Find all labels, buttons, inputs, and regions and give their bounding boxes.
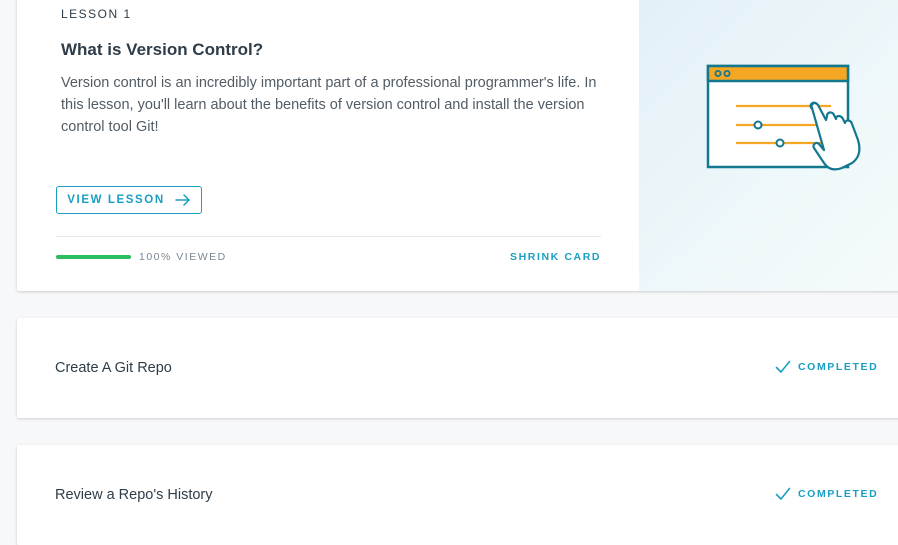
completed-status: COMPLETED bbox=[775, 487, 878, 501]
status-label: COMPLETED bbox=[798, 361, 879, 373]
lesson-title: What is Version Control? bbox=[61, 40, 264, 59]
progress-bar-fill bbox=[56, 255, 131, 259]
lesson-illustration-panel bbox=[639, 0, 898, 291]
card-divider bbox=[56, 236, 601, 237]
lesson-row-title: Create A Git Repo bbox=[55, 360, 172, 376]
arrow-right-icon bbox=[174, 194, 190, 206]
lesson-card-content: LESSON 1 What is Version Control? Versio… bbox=[17, 0, 639, 291]
lesson-description: Version control is an incredibly importa… bbox=[61, 75, 597, 135]
lesson-number-label: LESSON 1 bbox=[61, 7, 132, 21]
lesson-row[interactable]: Create A Git Repo COMPLETED bbox=[17, 318, 898, 418]
progress-label: 100% VIEWED bbox=[139, 251, 227, 263]
view-lesson-button[interactable]: VIEW LESSON bbox=[56, 186, 202, 214]
checkmark-icon bbox=[775, 487, 791, 500]
browser-window-sliders-hand-icon bbox=[706, 64, 861, 171]
lesson-row-title: Review a Repo's History bbox=[55, 487, 213, 503]
view-lesson-label: VIEW LESSON bbox=[67, 194, 165, 206]
status-label: COMPLETED bbox=[798, 488, 879, 500]
completed-status: COMPLETED bbox=[775, 360, 878, 374]
progress-bar bbox=[56, 255, 131, 259]
lesson-card-expanded: LESSON 1 What is Version Control? Versio… bbox=[17, 0, 898, 291]
checkmark-icon bbox=[775, 360, 791, 373]
shrink-card-button[interactable]: SHRINK CARD bbox=[510, 251, 601, 263]
lesson-row[interactable]: Review a Repo's History COMPLETED bbox=[17, 445, 898, 545]
